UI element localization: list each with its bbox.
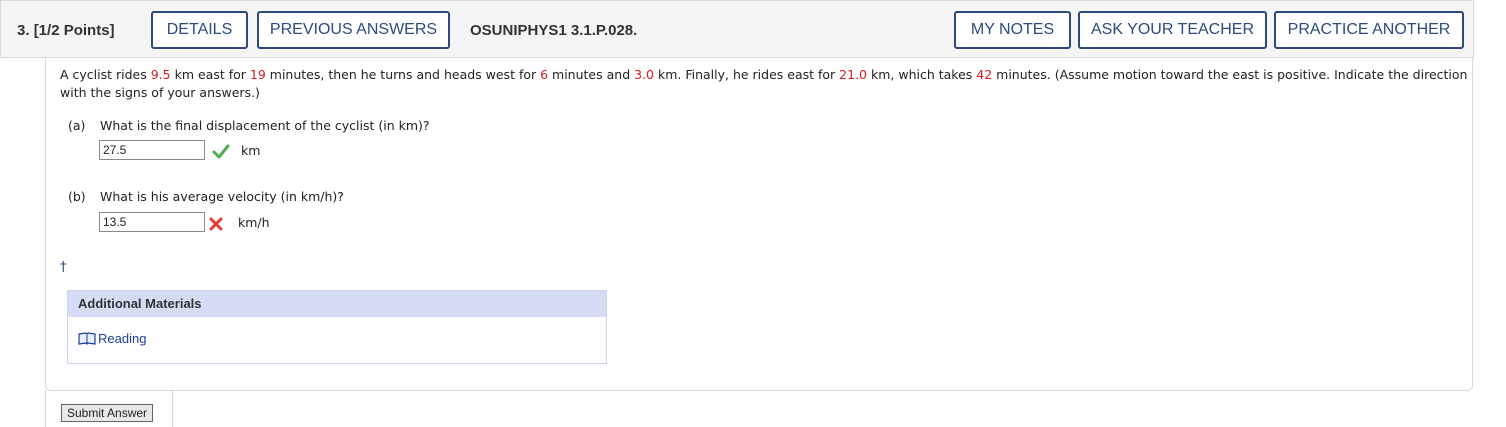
practice-another-button[interactable]: PRACTICE ANOTHER <box>1274 11 1464 49</box>
panel-left-border <box>45 390 46 427</box>
question-number: 3. [1/2 Points] <box>17 22 115 39</box>
part-b-question: What is his average velocity (in km/h)? <box>100 189 344 204</box>
previous-answers-button[interactable]: PREVIOUS ANSWERS <box>257 11 450 49</box>
additional-materials-box: Additional Materials Reading <box>67 290 607 364</box>
part-b-answer-input[interactable] <box>99 212 205 232</box>
value-time-2: 6 <box>540 67 549 82</box>
part-a-unit: km <box>241 143 261 158</box>
reading-link[interactable]: Reading <box>78 331 146 346</box>
question-header: 3. [1/2 Points] DETAILS PREVIOUS ANSWERS… <box>0 0 1474 58</box>
part-a-answer-input[interactable] <box>99 140 205 160</box>
check-icon <box>212 143 230 163</box>
part-b-unit: km/h <box>238 215 270 230</box>
part-a-label: (a) <box>68 118 86 133</box>
additional-materials-title: Additional Materials <box>68 291 606 317</box>
ask-your-teacher-button[interactable]: ASK YOUR TEACHER <box>1078 11 1267 49</box>
details-button[interactable]: DETAILS <box>151 11 248 49</box>
book-icon <box>78 331 98 346</box>
footnote-dagger[interactable]: † <box>60 260 67 275</box>
value-distance-3: 21.0 <box>839 67 868 82</box>
cross-icon <box>209 216 223 235</box>
question-id: OSUNIPHYS1 3.1.P.028. <box>470 22 638 39</box>
value-time-3: 42 <box>976 67 993 82</box>
question-prompt: A cyclist rides 9.5 km east for 19 minut… <box>60 67 1468 100</box>
part-a-question: What is the final displacement of the cy… <box>100 118 430 133</box>
my-notes-button[interactable]: MY NOTES <box>954 11 1071 49</box>
part-b-label: (b) <box>68 189 86 204</box>
submit-answer-button[interactable]: Submit Answer <box>61 404 154 422</box>
value-distance-1: 9.5 <box>150 67 171 82</box>
value-time-1: 19 <box>249 67 266 82</box>
points-badge: [1/2 Points] <box>33 22 115 39</box>
submit-area-border <box>172 390 173 427</box>
value-distance-2: 3.0 <box>634 67 654 82</box>
